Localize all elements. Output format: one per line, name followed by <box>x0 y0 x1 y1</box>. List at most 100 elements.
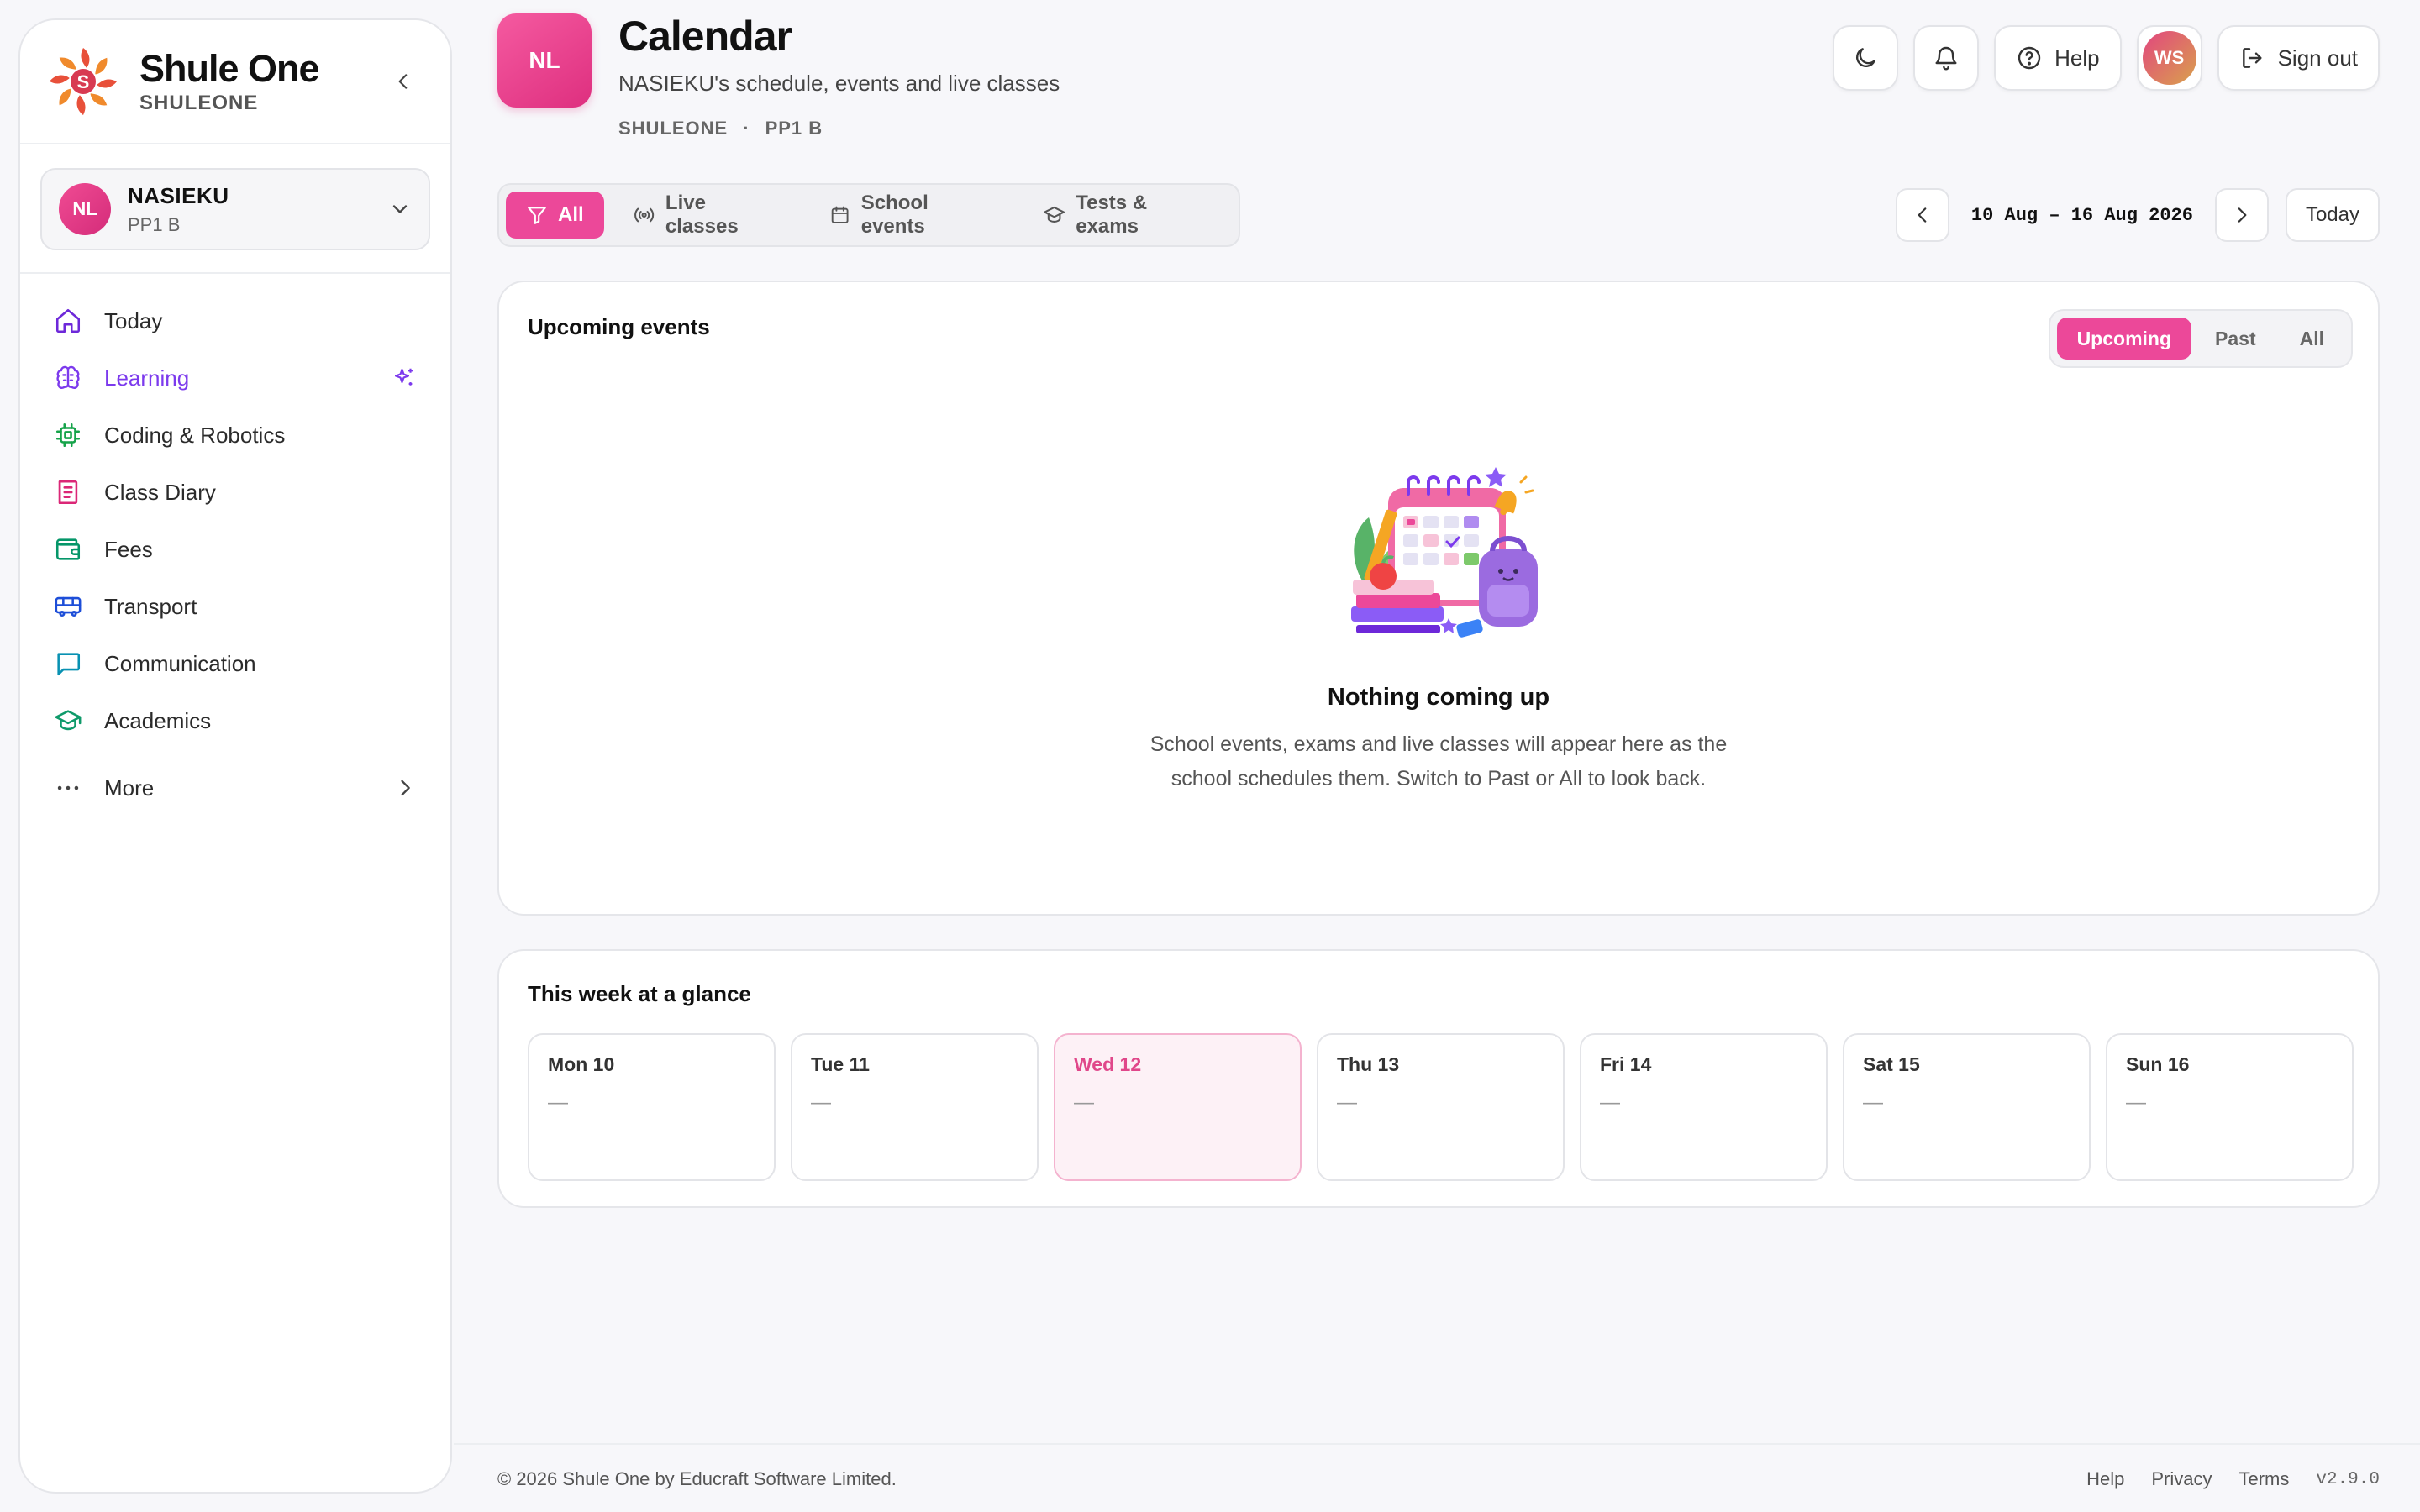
sparkle-icon <box>392 365 417 391</box>
sidebar-item-class-diary[interactable]: Class Diary <box>20 464 450 521</box>
notifications-button[interactable] <box>1913 25 1980 91</box>
day-cell-tue[interactable]: Tue 11 — <box>791 1033 1039 1181</box>
sign-out-button[interactable]: Sign out <box>2217 25 2380 91</box>
student-name: NASIEKU <box>128 182 229 208</box>
day-cell-fri[interactable]: Fri 14 — <box>1580 1033 1828 1181</box>
collapse-sidebar-button[interactable] <box>387 65 420 98</box>
student-class: PP1 B <box>128 213 181 235</box>
sidebar: S Shule One SHULEONE NL NASIEKU PP1 B To… <box>18 18 452 1494</box>
sidebar-nav: Today Learning Coding & Robotics Class D… <box>20 274 450 816</box>
moon-icon <box>1856 48 1876 67</box>
chevron-right-icon <box>393 776 417 800</box>
day-label: Fri 14 <box>1600 1053 1652 1075</box>
day-label: Mon 10 <box>548 1053 615 1075</box>
upcoming-events-title: Upcoming events <box>528 314 710 339</box>
sidebar-item-today[interactable]: Today <box>20 292 450 349</box>
theme-toggle-button[interactable] <box>1833 25 1899 91</box>
day-label: Tue 11 <box>811 1053 870 1075</box>
brand-name: Shule One <box>139 47 320 90</box>
sidebar-item-label: More <box>104 774 155 801</box>
book-icon <box>54 478 82 507</box>
filter-tab-tests-exams[interactable]: Tests & exams <box>1023 192 1232 239</box>
day-cell-wed-today[interactable]: Wed 12 — <box>1054 1033 1302 1181</box>
chevron-left-icon <box>398 74 408 89</box>
week-at-a-glance-card: This week at a glance Mon 10 — Tue 11 — … <box>497 949 2380 1208</box>
previous-week-button[interactable] <box>1895 188 1949 242</box>
chevron-left-icon <box>1918 207 1927 223</box>
day-label: Sat 15 <box>1863 1053 1920 1075</box>
shule-one-logo-icon: S <box>45 44 121 119</box>
day-events: — <box>811 1091 831 1114</box>
footer-link-terms[interactable]: Terms <box>2238 1468 2289 1490</box>
day-label: Thu 13 <box>1337 1053 1400 1075</box>
help-button[interactable]: Help <box>1994 25 2122 91</box>
filter-tab-school-events[interactable]: School events <box>809 192 1014 239</box>
sidebar-item-transport[interactable]: Transport <box>20 578 450 635</box>
day-cell-mon[interactable]: Mon 10 — <box>528 1033 776 1181</box>
sidebar-item-more[interactable]: More <box>20 759 450 816</box>
sidebar-item-label: Academics <box>104 707 212 733</box>
more-dots-icon <box>54 774 82 802</box>
day-cell-thu[interactable]: Thu 13 — <box>1317 1033 1565 1181</box>
svg-text:S: S <box>77 71 90 92</box>
empty-calendar-illustration <box>1331 459 1549 643</box>
filter-tab-label: Live classes <box>665 192 739 238</box>
sidebar-item-label: Class Diary <box>104 479 216 505</box>
today-button[interactable]: Today <box>2285 188 2380 242</box>
breadcrumb: SHULEONE · PP1 B <box>618 118 823 139</box>
sign-out-label: Sign out <box>2277 45 2358 71</box>
help-circle-icon <box>2018 46 2041 70</box>
page-title: Calendar <box>618 13 792 60</box>
upcoming-events-card: Upcoming events Upcoming Past All Nothin… <box>497 281 2380 916</box>
empty-state-description: School events, exams and live classes wi… <box>499 727 2378 796</box>
empty-state-line: School events, exams and live classes wi… <box>1150 732 1728 756</box>
footer-links: Help Privacy Terms v2.9.0 <box>2086 1468 2380 1490</box>
brand-header: S Shule One SHULEONE <box>20 20 450 144</box>
filter-tab-label: All <box>558 203 584 226</box>
chevron-right-icon <box>2238 207 2247 223</box>
sidebar-item-label: Communication <box>104 650 256 676</box>
filter-tab-label: School events <box>860 192 929 238</box>
student-switcher[interactable]: NL NASIEKU PP1 B <box>40 168 430 250</box>
footer-link-privacy[interactable]: Privacy <box>2151 1468 2212 1490</box>
date-navigator: 10 Aug – 16 Aug 2026 Today <box>1895 188 2380 242</box>
day-label: Wed 12 <box>1074 1053 1142 1075</box>
segment-past[interactable]: Past <box>2195 318 2276 360</box>
filter-tab-live-classes[interactable]: Live classes <box>613 192 802 239</box>
filter-tab-all[interactable]: All <box>506 192 604 239</box>
next-week-button[interactable] <box>2214 188 2269 242</box>
logout-icon <box>2242 48 2262 68</box>
graduation-cap-icon <box>54 706 82 735</box>
chip-icon <box>54 421 82 449</box>
student-avatar: NL <box>59 183 111 235</box>
graduation-cap-icon <box>1044 206 1065 223</box>
filter-icon <box>528 207 546 224</box>
week-title: This week at a glance <box>528 981 751 1006</box>
segment-upcoming[interactable]: Upcoming <box>2056 318 2192 360</box>
empty-state-title: Nothing coming up <box>1327 684 1550 711</box>
sidebar-item-label: Today <box>104 307 163 333</box>
sidebar-item-learning[interactable]: Learning <box>20 349 450 407</box>
segment-all[interactable]: All <box>2280 318 2344 360</box>
sidebar-item-label: Transport <box>104 593 197 619</box>
day-label: Sun 16 <box>2126 1053 2190 1075</box>
day-events: — <box>1337 1091 1357 1114</box>
brand-subtitle: SHULEONE <box>139 92 259 114</box>
sidebar-item-fees[interactable]: Fees <box>20 521 450 578</box>
breadcrumb-school: SHULEONE <box>618 118 729 139</box>
day-events: — <box>548 1091 568 1114</box>
footer-link-help[interactable]: Help <box>2086 1468 2124 1490</box>
user-menu-button[interactable]: WS <box>2136 25 2202 91</box>
day-events: — <box>2126 1091 2146 1114</box>
sidebar-item-academics[interactable]: Academics <box>20 692 450 749</box>
sidebar-item-coding-robotics[interactable]: Coding & Robotics <box>20 407 450 464</box>
brain-icon <box>54 364 82 392</box>
chevron-down-icon <box>388 197 412 221</box>
top-actions: Help WS Sign out <box>1833 25 2380 91</box>
day-cell-sun[interactable]: Sun 16 — <box>2106 1033 2354 1181</box>
day-cell-sat[interactable]: Sat 15 — <box>1843 1033 2091 1181</box>
message-icon <box>54 649 82 678</box>
time-range-toggle: Upcoming Past All <box>2048 309 2353 368</box>
sidebar-item-communication[interactable]: Communication <box>20 635 450 692</box>
footer-copyright: © 2026 Shule One by Educraft Software Li… <box>497 1468 897 1489</box>
